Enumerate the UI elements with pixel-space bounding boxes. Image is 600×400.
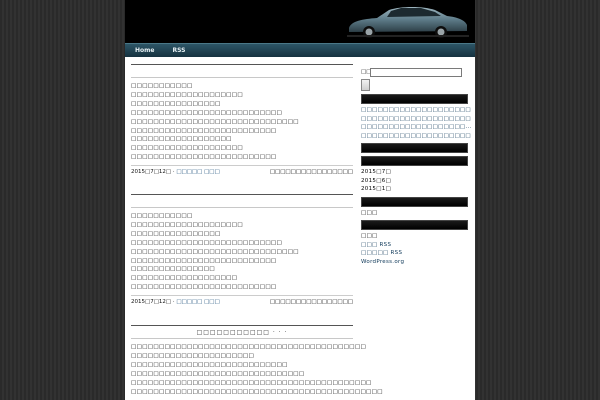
sidebar: □□ □□□□□□□□□□□□□□□□□□□□ □□□□□□□□□□□□□□□□…	[361, 66, 471, 266]
archive-link[interactable]: 2015□7□	[361, 168, 469, 177]
post-line: □□□□□□□□□□□□□□□□□□□□□□□□□□□□□□□	[131, 370, 305, 377]
post-2: □□□□□□□□□□□ □□□□□□□□□□□□□□□□□□□□ □□□□□□□…	[131, 194, 353, 306]
page-wrapper: Home RSS □□□□□□□□□□□ □□□□□□□□□□□□□□□□□□□…	[125, 0, 475, 400]
meta-link[interactable]: □□□□□ RSS	[361, 249, 469, 258]
archives-header	[361, 156, 468, 166]
post-line: □□□□□□□□□□□□□□□□□□□□	[131, 145, 243, 152]
main-nav: Home RSS	[125, 43, 475, 57]
post-divider	[131, 64, 353, 65]
search-label: □□	[361, 69, 372, 75]
recent-posts-list: □□□□□□□□□□□□□□□□□□□□ □□□□□□□□□□□□□□□□□□□…	[361, 106, 471, 141]
post-line: □□□□□□□□□□□□□□□□	[131, 100, 221, 107]
post-line: □□□□□□□□□□□□□□□□□□	[131, 136, 232, 143]
meta-list: □□□ □□□ RSS □□□□□ RSS WordPress.org	[361, 232, 469, 266]
post-divider	[131, 194, 353, 195]
post-line: □□□□□□□□□□□□□□□□□□□□□□□□□□□□□□□□□□□□□□□□…	[131, 388, 383, 395]
post-line: □□□□□□□□□□□□□□□□□□□□	[131, 221, 243, 228]
post-line: □□□□□□□□□□□□□□□□□□□□□□□□□□□□□□□□□□□□□□□□…	[131, 379, 372, 386]
post-line: □□□□□□□□□□□□□□□□□□□□□□□□□□□□	[131, 361, 288, 368]
post-comments-link[interactable]: □□□□□□□□□□□□□□□□	[270, 298, 353, 306]
post-line: □□□□□□□□□□□□□□□□□□□□□□□□□□□□□□□□□□□□□□□□…	[131, 344, 367, 350]
nav-home[interactable]: Home	[135, 47, 154, 54]
post-content: □□□□□□□□□□□ □□□□□□□□□□□□□□□□□□□□ □□□□□□□…	[131, 212, 353, 292]
post-line: □□□□□□□□□□□□□□□□□□□□□□□□□□	[131, 257, 277, 264]
archives-list: 2015□7□ 2015□6□ 2015□1□	[361, 168, 469, 194]
meta-link[interactable]: □□□	[361, 232, 469, 241]
post-line: □□□□□□□□□□□□□□□□	[131, 230, 221, 237]
categories-header	[361, 196, 468, 207]
post-title-underline	[131, 77, 353, 78]
recent-post-link[interactable]: □□□□□□□□□□□□□□□□□□□...	[361, 123, 471, 132]
post-date: 2015□7□12□ ·	[131, 169, 175, 176]
archive-link[interactable]: 2015□1□	[361, 185, 469, 194]
post-author-link[interactable]: □□□□□ □□□	[176, 169, 219, 175]
post-meta: 2015□7□12□ · □□□□□ □□□ □□□□□□□□□□□□□□□□	[131, 295, 353, 306]
post-divider	[131, 325, 353, 326]
recent-post-link[interactable]: □□□□□□□□□□□□□□□□□□□□	[361, 115, 471, 124]
post-line: □□□□□□□□□□□□□□□□□□□□□□□□□□	[131, 154, 277, 161]
post-line: □□□□□□□□□□□□□□□□□□□□□□□□□□	[131, 284, 277, 291]
search-form: □□	[361, 66, 469, 78]
recent-post-link[interactable]: □□□□□□□□□□□□□□□□□□□□	[361, 106, 471, 115]
post-line: □□□□□□□□□□□□□□□□□□□□	[131, 91, 243, 98]
post-line: □□□□□□□□□□□□□□□□□□□	[131, 275, 238, 282]
post-line: □□□□□□□□□□□□□□□□□□□□□□	[131, 352, 255, 359]
search-button[interactable]	[361, 79, 370, 91]
post-line: □□□□□□□□□□□□□□□□□□□□□□□□□□□	[131, 109, 283, 116]
meta-link[interactable]: □□□ RSS	[361, 241, 469, 250]
post-line: □□□□□□□□□□□□□□□□□□□□□□□□□□□□□□	[131, 248, 299, 255]
post-3: □□□□□□□□□□□ · · · □□□□□□□□□□□□□□□□□□□□□□…	[131, 325, 383, 396]
post-meta: 2015□7□12□ · □□□□□ □□□ □□□□□□□□□□□□□□□□	[131, 165, 353, 176]
meta-link[interactable]: WordPress.org	[361, 258, 469, 267]
recent-post-link[interactable]: □□□□□□□□□□□□□□□□□□□□	[361, 132, 471, 141]
meta-header	[361, 220, 468, 230]
post-author-link[interactable]: □□□□□ □□□	[176, 299, 219, 305]
post-title-underline	[131, 207, 353, 208]
category-link[interactable]: □□□	[361, 209, 469, 218]
post-line: □□□□□□□□□□□	[131, 213, 193, 219]
post-line: □□□□□□□□□□□□□□□	[131, 266, 215, 273]
search-input[interactable]	[370, 67, 462, 77]
post-line: □□□□□□□□□□□	[131, 83, 193, 89]
post-date: 2015□7□12□ ·	[131, 299, 175, 306]
post-line: □□□□□□□□□□□□□□□□□□□□□□□□□□	[131, 127, 277, 134]
post-title[interactable]: □□□□□□□□□□□ · · ·	[131, 327, 353, 338]
recent-posts-header	[361, 94, 468, 104]
post-line: □□□□□□□□□□□□□□□□□□□□□□□□□□□□□□	[131, 118, 299, 125]
post-line: □□□□□□□□□□□□□□□□□□□□□□□□□□□	[131, 239, 283, 246]
post-content: □□□□□□□□□□□□□□□□□□□□□□□□□□□□□□□□□□□□□□□□…	[131, 343, 383, 396]
post-content: □□□□□□□□□□□ □□□□□□□□□□□□□□□□□□□□ □□□□□□□…	[131, 82, 353, 162]
nav-rss[interactable]: RSS	[172, 47, 185, 54]
archive-link[interactable]: 2015□6□	[361, 177, 469, 186]
post-title-underline	[131, 338, 353, 339]
post-1: □□□□□□□□□□□ □□□□□□□□□□□□□□□□□□□□ □□□□□□□…	[131, 64, 353, 176]
post-comments-link[interactable]: □□□□□□□□□□□□□□□□	[270, 168, 353, 176]
site-header	[125, 0, 475, 43]
car-header-image	[343, 1, 471, 41]
comments-widget-header	[361, 143, 468, 153]
categories-list: □□□	[361, 209, 469, 218]
